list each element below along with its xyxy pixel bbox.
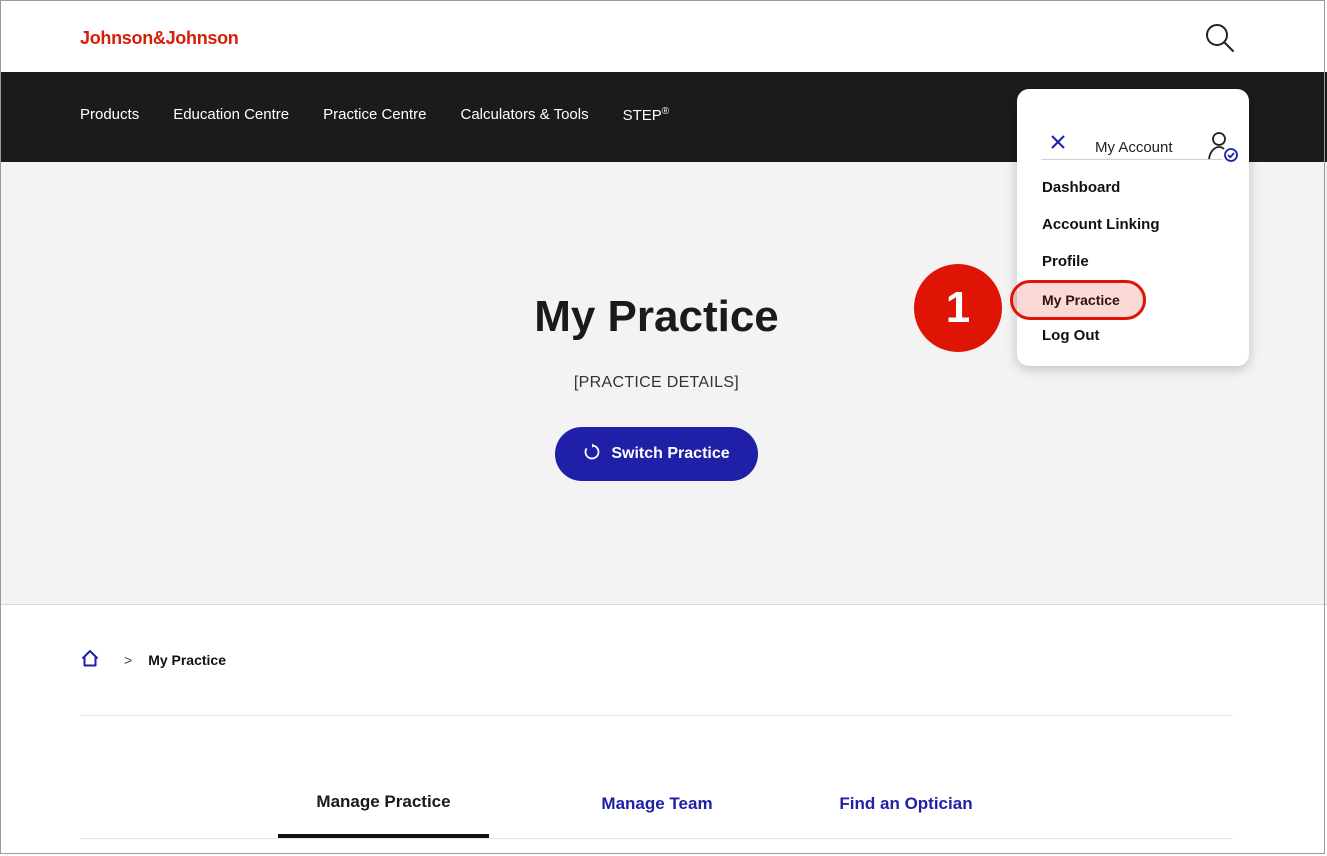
my-account-label[interactable]: My Account <box>1095 139 1173 156</box>
tab-manage-team[interactable]: Manage Team <box>548 770 766 838</box>
nav-list: Products Education Centre Practice Centr… <box>80 106 703 124</box>
menu-item-account-linking[interactable]: Account Linking <box>1042 216 1160 233</box>
practice-details: [PRACTICE DETAILS] <box>573 374 740 391</box>
nav-item-step[interactable]: STEP® <box>623 106 670 124</box>
account-header: My Account <box>1041 109 1238 162</box>
breadcrumb-current: My Practice <box>148 652 227 668</box>
nav-item-practice-centre[interactable]: Practice Centre <box>323 106 426 124</box>
switch-practice-label: Switch Practice <box>611 445 730 462</box>
search-icon[interactable] <box>1204 22 1236 54</box>
tab-find-an-optician[interactable]: Find an Optician <box>806 770 1006 838</box>
step-badge: 1 <box>914 264 1002 352</box>
breadcrumb-separator: > <box>124 652 133 668</box>
brand-logo[interactable]: Johnson&Johnson <box>80 28 239 49</box>
menu-item-dashboard[interactable]: Dashboard <box>1042 179 1120 196</box>
close-icon[interactable] <box>1051 135 1065 149</box>
menu-item-log-out[interactable]: Log Out <box>1042 327 1099 344</box>
tab-manage-practice[interactable]: Manage Practice <box>278 770 489 838</box>
breadcrumb-divider <box>80 715 1233 716</box>
home-icon[interactable] <box>80 648 100 673</box>
breadcrumb: > My Practice <box>80 648 226 672</box>
user-check-icon[interactable] <box>1207 131 1241 163</box>
account-dropdown: My Account Dashboard Account Linking Pro… <box>1017 89 1249 366</box>
switch-practice-button[interactable]: Switch Practice <box>555 427 758 481</box>
nav-item-education-centre[interactable]: Education Centre <box>173 106 289 124</box>
menu-item-my-practice[interactable]: My Practice <box>1042 292 1120 308</box>
nav-item-step-label: STEP <box>622 107 662 124</box>
registered-mark: ® <box>661 106 670 117</box>
refresh-icon <box>583 443 601 466</box>
top-header: Johnson&Johnson <box>0 0 1327 72</box>
nav-item-products[interactable]: Products <box>80 106 139 124</box>
tabs-divider <box>80 838 1233 839</box>
menu-item-profile[interactable]: Profile <box>1042 253 1089 270</box>
nav-item-calculators-tools[interactable]: Calculators & Tools <box>460 106 588 124</box>
